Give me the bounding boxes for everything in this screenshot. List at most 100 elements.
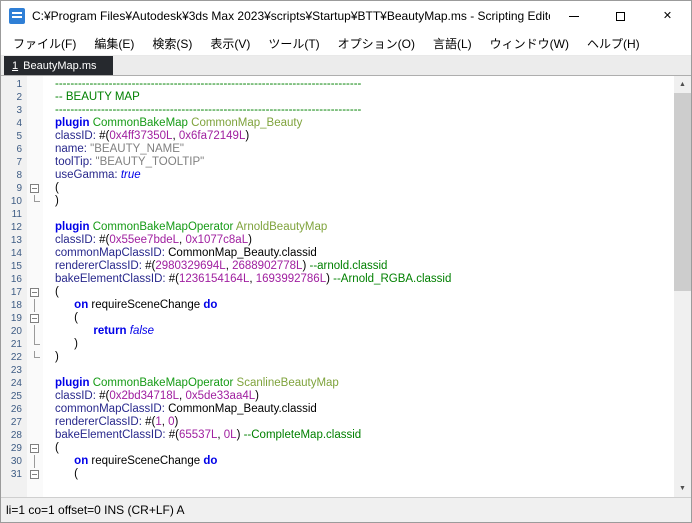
code-line[interactable]: 3 ---------------------------------------… [1, 104, 674, 117]
fold-toggle-icon[interactable] [30, 470, 39, 479]
line-number: 18 [10, 300, 22, 311]
code-text: on requireSceneChange do [74, 455, 218, 467]
fold-margin [27, 143, 43, 156]
code-line[interactable]: 16 bakeElementClassID: #(1236154164L, 169… [1, 273, 674, 286]
code-line[interactable]: 24 plugin CommonBakeMapOperator ScanlineB… [1, 377, 674, 390]
code-text: name: "BEAUTY_NAME" [55, 143, 184, 155]
status-bar: li=1 co=1 offset=0 INS (CR+LF) A [1, 497, 691, 522]
code-line[interactable]: 26 commonMapClassID: CommonMap_Beauty.cla… [1, 403, 674, 416]
code-line[interactable]: 30 on requireSceneChange do [1, 455, 674, 468]
code-line[interactable]: 10) [1, 195, 674, 208]
scroll-down-button[interactable]: ▼ [674, 480, 691, 497]
line-number: 17 [10, 287, 22, 298]
line-number: 12 [10, 222, 22, 233]
tab-label: BeautyMap.ms [23, 59, 97, 72]
scroll-up-button[interactable]: ▲ [674, 76, 691, 93]
fold-marker [27, 351, 43, 364]
code-text: ) [55, 351, 59, 363]
line-number: 1 [16, 79, 22, 90]
code-text: commonMapClassID: CommonMap_Beauty.class… [55, 403, 317, 415]
fold-toggle-icon[interactable] [30, 288, 39, 297]
code-text: rendererClassID: #(2980329694L, 26889027… [55, 260, 388, 272]
line-number: 14 [10, 248, 22, 259]
menu-item-8[interactable]: ウィンドウ(W) [481, 32, 578, 55]
fold-margin [27, 377, 43, 390]
maximize-icon [616, 11, 625, 21]
code-line[interactable]: 13 classID: #(0x55ee7bdeL, 0x1077c8aL) [1, 234, 674, 247]
code-line[interactable]: 31 ( [1, 468, 674, 481]
fold-marker[interactable] [27, 442, 43, 455]
code-text: ) [55, 338, 78, 350]
fold-margin [27, 169, 43, 182]
code-text: return false [93, 325, 155, 337]
code-editor[interactable]: 1 ---------------------------------------… [1, 76, 691, 497]
code-text: on requireSceneChange do [74, 299, 218, 311]
code-line[interactable]: 15 rendererClassID: #(2980329694L, 268890… [1, 260, 674, 273]
code-line[interactable]: 28 bakeElementClassID: #(65537L, 0L) --Co… [1, 429, 674, 442]
code-line[interactable]: 5 classID: #(0x4ff37350L, 0x6fa72149L) [1, 130, 674, 143]
code-text: classID: #(0x2bd34718L, 0x5de33aa4L) [55, 390, 259, 402]
code-line[interactable]: 19 ( [1, 312, 674, 325]
line-number: 16 [10, 274, 22, 285]
code-text: ) [55, 195, 59, 207]
fold-toggle-icon[interactable] [30, 184, 39, 193]
line-number: 26 [10, 404, 22, 415]
fold-marker[interactable] [27, 468, 43, 481]
tab-beautymap[interactable]: 1 BeautyMap.ms [4, 56, 113, 75]
code-line[interactable]: 25 classID: #(0x2bd34718L, 0x5de33aa4L) [1, 390, 674, 403]
fold-margin [27, 130, 43, 143]
code-line[interactable]: 14 commonMapClassID: CommonMap_Beauty.cla… [1, 247, 674, 260]
line-number: 24 [10, 378, 22, 389]
code-line[interactable]: 12 plugin CommonBakeMapOperator ArnoldBea… [1, 221, 674, 234]
code-line[interactable]: 22) [1, 351, 674, 364]
code-line[interactable]: 18 on requireSceneChange do [1, 299, 674, 312]
fold-marker [27, 195, 43, 208]
menu-item-9[interactable]: ヘルプ(H) [578, 32, 649, 55]
code-text: bakeElementClassID: #(65537L, 0L) --Comp… [55, 429, 362, 441]
menu-item-4[interactable]: 表示(V) [201, 32, 259, 55]
fold-marker[interactable] [27, 182, 43, 195]
menu-bar: ファイル(F) 編集(E) 検索(S) 表示(V) ツール(T) オプション(O) 言語(L… [1, 31, 691, 56]
scrollbar-track[interactable] [674, 93, 691, 480]
line-number: 31 [10, 469, 22, 480]
code-line[interactable]: 27 rendererClassID: #(1, 0) [1, 416, 674, 429]
code-line[interactable]: 17 ( [1, 286, 674, 299]
fold-toggle-icon[interactable] [30, 444, 39, 453]
menu-item-2[interactable]: 編集(E) [85, 32, 143, 55]
code-line[interactable]: 4 plugin CommonBakeMap CommonMap_Beauty [1, 117, 674, 130]
menu-item-5[interactable]: ツール(T) [259, 32, 328, 55]
code-line[interactable]: 20 return false [1, 325, 674, 338]
code-text: ( [55, 286, 59, 298]
line-number: 11 [11, 209, 22, 220]
code-line[interactable]: 11 [1, 208, 674, 221]
line-number: 4 [16, 118, 22, 129]
code-line[interactable]: 29 ( [1, 442, 674, 455]
menu-item-1[interactable]: ファイル(F) [4, 32, 85, 55]
fold-toggle-icon[interactable] [30, 314, 39, 323]
code-line[interactable]: 9( [1, 182, 674, 195]
code-text: ----------------------------------------… [55, 104, 362, 116]
line-number: 2 [16, 92, 22, 103]
fold-marker[interactable] [27, 312, 43, 325]
menu-item-3[interactable]: 検索(S) [143, 32, 201, 55]
minimize-button[interactable] [550, 1, 597, 31]
fold-marker[interactable] [27, 286, 43, 299]
menu-item-7[interactable]: 言語(L) [424, 32, 481, 55]
code-line[interactable]: 6 name: "BEAUTY_NAME" [1, 143, 674, 156]
code-text: useGamma: true [55, 169, 141, 181]
code-line[interactable]: 8 useGamma: true [1, 169, 674, 182]
vertical-scrollbar[interactable]: ▲ ▼ [674, 76, 691, 497]
maximize-button[interactable] [597, 1, 644, 31]
code-line[interactable]: 21 ) [1, 338, 674, 351]
line-number: 19 [10, 313, 22, 324]
code-line[interactable]: 7 toolTip: "BEAUTY_TOOLTIP" [1, 156, 674, 169]
code-line[interactable]: 23 [1, 364, 674, 377]
close-button[interactable]: ✕ [644, 1, 691, 31]
scrollbar-thumb[interactable] [674, 93, 691, 291]
code-line[interactable]: 1 ---------------------------------------… [1, 78, 674, 91]
caret-status-text: li=1 co=1 offset=0 INS (CR+LF) A [6, 503, 185, 517]
code-line[interactable]: 2 -- BEAUTY MAP [1, 91, 674, 104]
tab-bar: 1 BeautyMap.ms [1, 56, 691, 76]
menu-item-6[interactable]: オプション(O) [329, 32, 424, 55]
fold-line-icon [34, 325, 35, 338]
